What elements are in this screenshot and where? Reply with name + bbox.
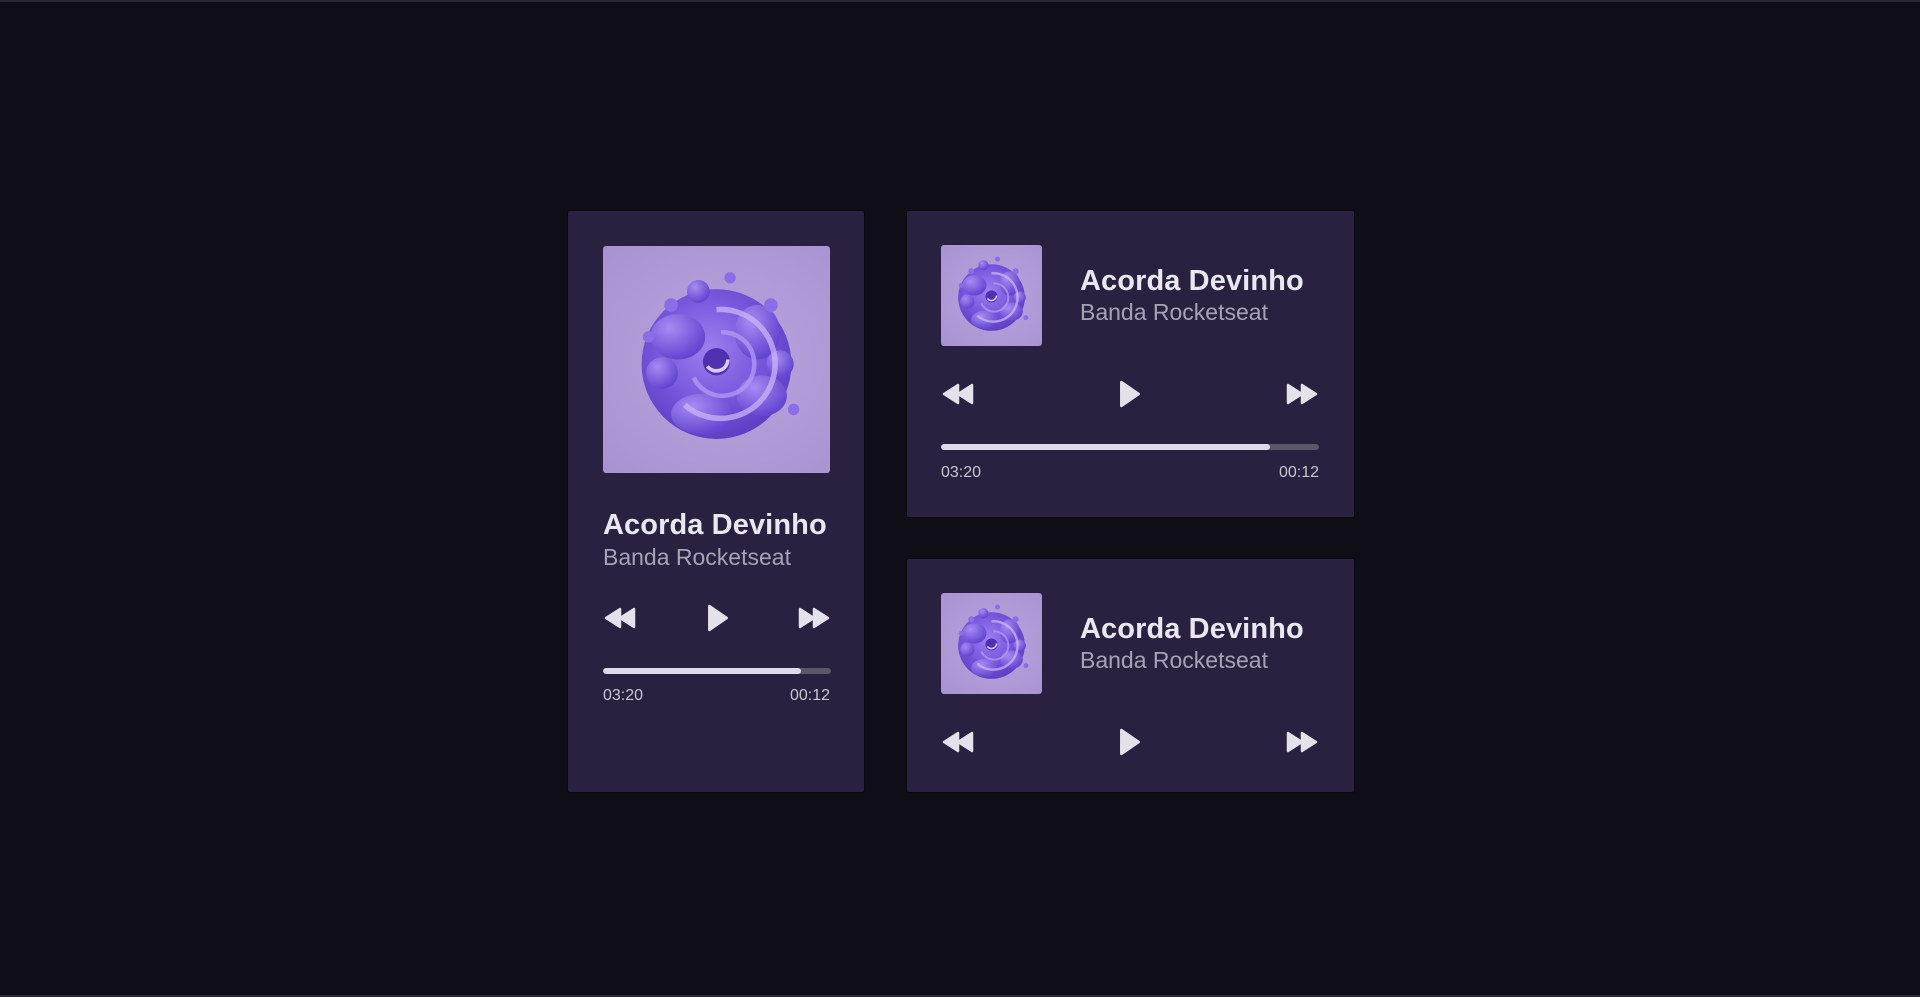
rewind-button[interactable] [941,382,975,406]
play-icon [1120,728,1140,756]
album-cover-3d-blob-icon [956,603,1030,681]
album-cover [941,593,1042,694]
fast-forward-icon [1286,731,1318,753]
album-cover [603,246,830,473]
fast-forward-button[interactable] [1285,382,1319,406]
rewind-icon [942,383,974,405]
rewind-icon [942,731,974,753]
fast-forward-icon [798,607,830,629]
song-title: Acorda Devinho [603,509,827,541]
rewind-icon [604,607,636,629]
album-cover-3d-blob-icon [603,246,830,473]
rewind-button[interactable] [941,730,975,754]
fast-forward-button[interactable] [797,606,831,630]
song-title: Acorda Devinho [1080,265,1304,297]
artist-name: Banda Rocketseat [1080,299,1268,325]
play-icon [1120,380,1140,408]
song-title: Acorda Devinho [1080,613,1304,645]
remaining-time: 00:12 [789,687,830,704]
album-cover [941,245,1042,346]
music-player-card-compact: Acorda Devinho Banda Rocketseat [906,558,1355,793]
fast-forward-icon [1286,383,1318,405]
rewind-button[interactable] [603,606,637,630]
progress-fill [603,668,802,674]
artist-name: Banda Rocketseat [603,544,791,570]
progress-bar[interactable] [603,668,831,674]
play-button[interactable] [1118,380,1142,408]
play-button[interactable] [706,604,730,632]
remaining-time: 00:12 [1278,464,1319,481]
page: Acorda Devinho Banda Rocketseat 03:20 00… [0,0,1920,997]
elapsed-time: 03:20 [603,687,644,704]
progress-bar[interactable] [941,444,1319,450]
music-player-card-wide: Acorda Devinho Banda Rocketseat 03:20 00… [906,210,1355,518]
elapsed-time: 03:20 [941,464,982,481]
fast-forward-button[interactable] [1285,730,1319,754]
artist-name: Banda Rocketseat [1080,647,1268,673]
play-icon [708,604,728,632]
play-button[interactable] [1118,728,1142,756]
progress-fill [941,444,1270,450]
music-player-card-tall: Acorda Devinho Banda Rocketseat 03:20 00… [567,210,865,793]
album-cover-3d-blob-icon [956,255,1030,333]
